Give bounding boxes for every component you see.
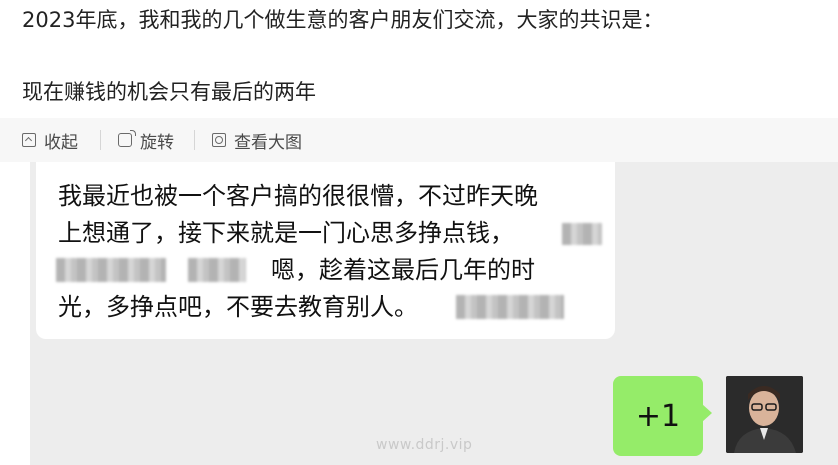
outgoing-message-text: +1: [635, 398, 681, 434]
view-large-image-label: 查看大图: [234, 132, 302, 153]
page: 2023年底，我和我的几个做生意的客户朋友们交流，大家的共识是： 现在赚钱的机会…: [0, 0, 838, 465]
message-line-4: 光，多挣点吧，不要去教育别人。: [58, 293, 418, 321]
view-image-icon: [212, 133, 226, 147]
avatar-portrait-icon: [726, 376, 803, 453]
toolbar-divider: [194, 130, 195, 150]
rotate-label: 旋转: [140, 132, 174, 153]
redacted-text: [562, 223, 602, 245]
collapse-button[interactable]: 收起: [22, 118, 78, 162]
outgoing-message-bubble: +1: [613, 376, 703, 456]
toolbar-divider: [100, 130, 101, 150]
redacted-text: [188, 258, 246, 282]
redacted-text: [456, 295, 564, 319]
message-line-2: 上想通了，接下来就是一门心思多挣点钱，: [58, 219, 514, 247]
watermark: www.ddrj.vip: [376, 437, 473, 453]
collapse-icon: [22, 133, 36, 147]
rotate-icon: [118, 130, 136, 147]
incoming-message-bubble: 我最近也被一个客户搞的很很懵，不过昨天晚 上想通了，接下来就是一门心思多挣点钱，…: [36, 162, 615, 339]
message-line-1: 我最近也被一个客户搞的很很懵，不过昨天晚: [58, 182, 538, 210]
view-large-image-button[interactable]: 查看大图: [212, 118, 302, 162]
post-text-line-2: 现在赚钱的机会只有最后的两年: [22, 80, 316, 104]
bubble-tail: [702, 404, 712, 422]
post-text-line-1: 2023年底，我和我的几个做生意的客户朋友们交流，大家的共识是：: [22, 8, 664, 32]
avatar[interactable]: [726, 376, 803, 453]
redacted-text: [56, 258, 166, 282]
message-line-3: 嗯，趁着这最后几年的时: [271, 256, 535, 284]
collapse-label: 收起: [44, 132, 78, 153]
rotate-button[interactable]: 旋转: [118, 118, 174, 162]
